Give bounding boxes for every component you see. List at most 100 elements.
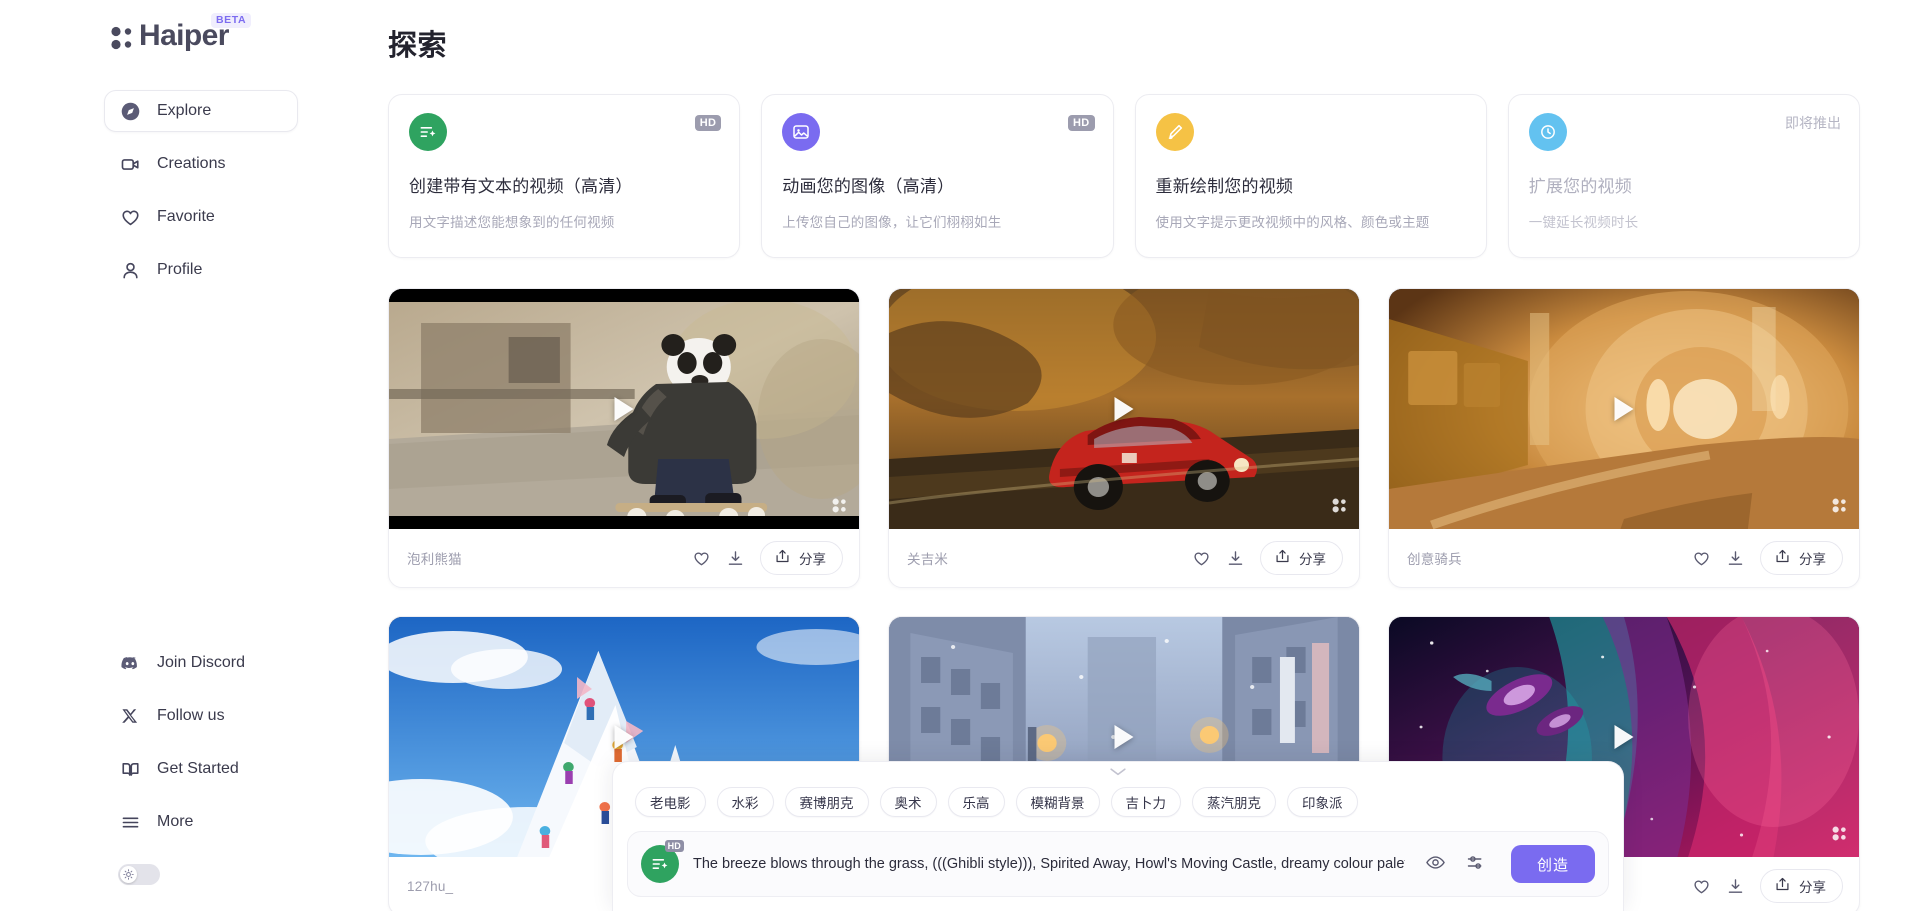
style-tag[interactable]: 吉卜力 <box>1110 787 1181 817</box>
sidebar-item-favorite[interactable]: Favorite <box>104 196 298 238</box>
share-label: 分享 <box>799 552 826 567</box>
play-button[interactable] <box>1114 725 1134 749</box>
mode-chip[interactable]: HD <box>641 840 684 883</box>
sidebar-item-label: More <box>157 813 194 830</box>
sliders-icon <box>1465 852 1486 876</box>
download-button[interactable] <box>1718 869 1752 903</box>
hd-badge: HD <box>664 840 684 852</box>
beta-badge: BETA <box>211 13 252 28</box>
download-button[interactable] <box>1718 541 1752 575</box>
brand[interactable]: Haiper BETA <box>0 0 316 62</box>
compass-icon <box>119 100 141 122</box>
create-button[interactable]: 创造 <box>1510 845 1595 883</box>
play-button[interactable] <box>1114 397 1134 421</box>
share-button[interactable]: 分享 <box>1260 541 1343 575</box>
hd-badge: HD <box>1068 115 1095 131</box>
style-tag-row: 老电影 水彩 赛博朋克 奥术 乐高 模糊背景 吉卜力 蒸汽朋克 印象派 <box>613 784 1623 831</box>
sidebar-item-label: Join Discord <box>157 654 246 671</box>
video-caption: 关吉米 <box>907 552 949 567</box>
hd-badge: HD <box>694 115 722 131</box>
prompt-composer: HD The breeze blows through the grass, (… <box>627 831 1609 897</box>
sun-icon <box>120 866 137 883</box>
share-icon <box>1774 548 1791 568</box>
feature-card-text-to-video[interactable]: HD 创建带有文本的视频（高清） 用文字描述您能想象到的任何视频 <box>388 94 741 258</box>
theme-toggle[interactable] <box>118 864 160 885</box>
video-caption: 泡利熊猫 <box>407 552 462 567</box>
play-button[interactable] <box>614 725 634 749</box>
sidebar-item-follow-us[interactable]: Follow us <box>104 695 298 737</box>
haiper-watermark-icon <box>831 497 848 519</box>
style-tag[interactable]: 水彩 <box>716 787 774 817</box>
composer-actions: 创造 <box>1419 845 1595 883</box>
video-thumbnail[interactable] <box>389 289 859 529</box>
sidebar: Haiper BETA Explore Creations Favorite P… <box>0 0 316 911</box>
share-button[interactable]: 分享 <box>1760 541 1843 575</box>
app-root: Haiper BETA Explore Creations Favorite P… <box>0 0 1920 911</box>
feature-card-repaint[interactable]: 重新绘制您的视频 使用文字提示更改视频中的风格、颜色或主题 <box>1134 94 1487 258</box>
haiper-logo-icon <box>110 25 136 51</box>
video-card[interactable]: 泡利熊猫 分享 <box>388 288 860 588</box>
sidebar-item-more[interactable]: More <box>104 801 298 843</box>
style-tag[interactable]: 老电影 <box>635 787 706 817</box>
user-icon <box>119 259 141 281</box>
sidebar-item-profile[interactable]: Profile <box>104 249 298 291</box>
video-card[interactable]: 创意骑兵 分享 <box>1388 288 1860 588</box>
sidebar-item-explore[interactable]: Explore <box>104 90 298 132</box>
style-tag[interactable]: 印象派 <box>1287 787 1358 817</box>
video-thumbnail[interactable] <box>1389 289 1859 529</box>
sidebar-item-label: Creations <box>157 155 226 172</box>
share-button[interactable]: 分享 <box>760 541 843 575</box>
style-tag[interactable]: 蒸汽朋克 <box>1192 787 1276 817</box>
preview-toggle-button[interactable] <box>1419 847 1453 881</box>
style-tag[interactable]: 赛博朋克 <box>784 787 869 817</box>
style-tag[interactable]: 奥术 <box>879 787 937 817</box>
like-button[interactable] <box>1684 541 1718 575</box>
sidebar-item-creations[interactable]: Creations <box>104 143 298 185</box>
feature-card-extend: 即将推出 扩展您的视频 一键延长视频时长 <box>1507 94 1860 258</box>
feature-card-title: 重新绘制您的视频 <box>1155 177 1294 196</box>
feature-card-grid: HD 创建带有文本的视频（高清） 用文字描述您能想象到的任何视频 HD 动画您的… <box>388 94 1860 258</box>
play-button[interactable] <box>614 397 634 421</box>
chevron-down-icon <box>1108 764 1128 782</box>
settings-button[interactable] <box>1459 847 1493 881</box>
share-label: 分享 <box>1799 552 1826 567</box>
dock-collapse-handle[interactable] <box>613 762 1623 784</box>
share-button[interactable]: 分享 <box>1760 869 1843 903</box>
haiper-watermark-icon <box>1831 825 1848 847</box>
secondary-nav: Join Discord Follow us Get Started More <box>0 642 316 854</box>
x-twitter-icon <box>119 705 141 727</box>
feature-card-title: 动画您的图像（高清） <box>782 177 955 196</box>
sidebar-item-join-discord[interactable]: Join Discord <box>104 642 298 684</box>
page-title: 探索 <box>388 30 448 62</box>
like-button[interactable] <box>1684 869 1718 903</box>
style-tag[interactable]: 乐高 <box>947 787 1005 817</box>
style-tag[interactable]: 模糊背景 <box>1015 787 1100 817</box>
like-button[interactable] <box>684 541 718 575</box>
sidebar-item-label: Explore <box>157 102 212 119</box>
sidebar-item-get-started[interactable]: Get Started <box>104 748 298 790</box>
sidebar-item-label: Get Started <box>157 760 239 777</box>
download-button[interactable] <box>718 541 752 575</box>
video-icon <box>119 153 141 175</box>
feature-card-subtitle: 一键延长视频时长 <box>1528 215 1639 230</box>
sidebar-item-label: Follow us <box>157 707 225 724</box>
download-button[interactable] <box>1218 541 1252 575</box>
feature-card-image-to-video[interactable]: HD 动画您的图像（高清） 上传您自己的图像，让它们栩栩如生 <box>761 94 1114 258</box>
share-label: 分享 <box>1299 552 1326 567</box>
prompt-input[interactable] <box>693 856 1405 872</box>
coming-soon-label: 即将推出 <box>1785 115 1841 131</box>
share-icon <box>1274 548 1291 568</box>
feature-card-title: 创建带有文本的视频（高清） <box>409 177 633 196</box>
play-button[interactable] <box>1614 725 1634 749</box>
video-card[interactable]: 关吉米 分享 <box>888 288 1360 588</box>
feature-card-subtitle: 使用文字提示更改视频中的风格、颜色或主题 <box>1155 215 1430 230</box>
play-button[interactable] <box>1614 397 1634 421</box>
menu-icon <box>119 811 141 833</box>
repaint-brush-icon <box>1155 113 1194 151</box>
primary-nav: Explore Creations Favorite Profile <box>0 90 316 302</box>
text-to-video-icon <box>409 113 447 151</box>
video-thumbnail[interactable] <box>889 289 1359 529</box>
video-caption: 创意骑兵 <box>1407 552 1462 567</box>
like-button[interactable] <box>1184 541 1218 575</box>
haiper-watermark-icon <box>1331 497 1348 519</box>
